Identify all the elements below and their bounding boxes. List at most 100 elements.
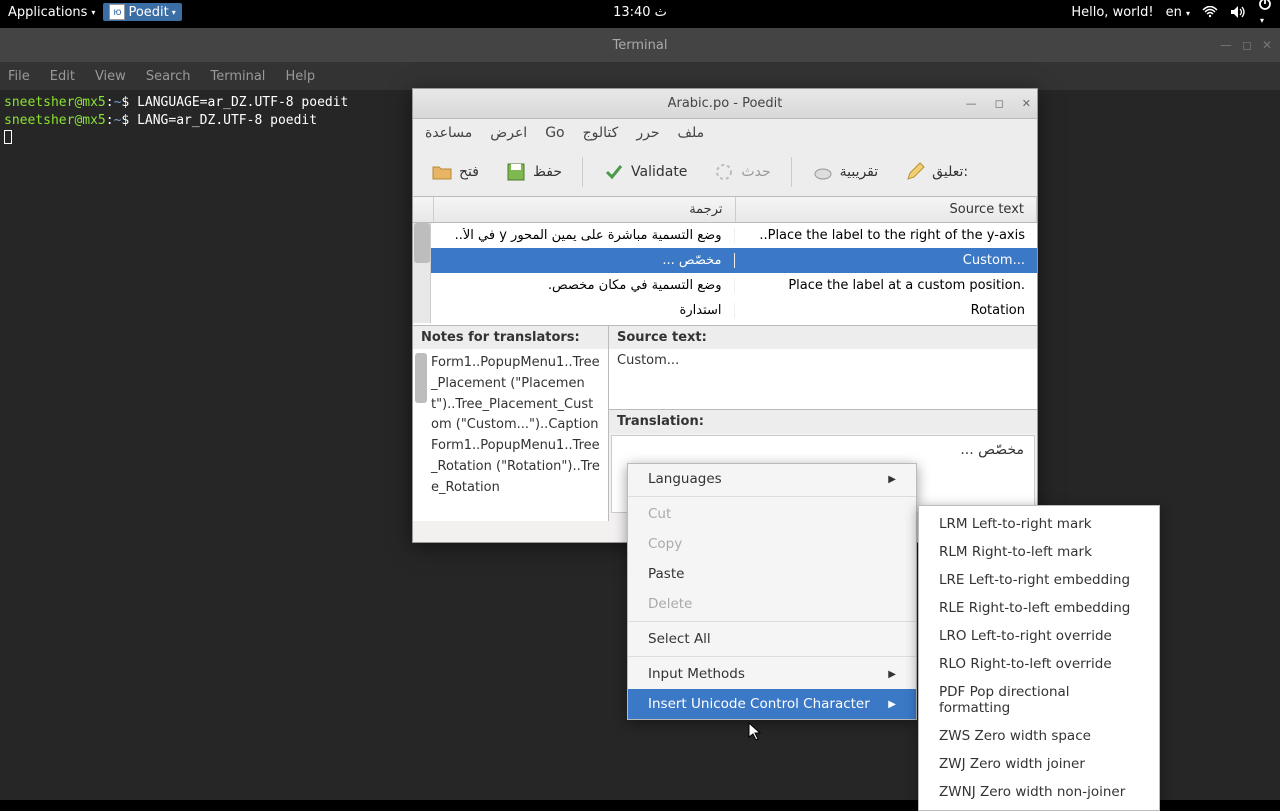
submenu-item[interactable]: RLE Right-to-left embedding [919, 594, 1159, 622]
save-label: حفظ [533, 164, 562, 180]
wifi-icon[interactable] [1202, 6, 1218, 18]
scrollbar-thumb[interactable] [415, 353, 427, 403]
menu-catalog[interactable]: كتالوج [583, 125, 619, 141]
fuzzy-button[interactable]: تقريبية [802, 157, 889, 187]
comment-label: تعليق: [932, 164, 968, 180]
menu-go[interactable]: Go [545, 125, 564, 141]
ctx-insert-unicode-label: Insert Unicode Control Character [648, 696, 870, 712]
submenu-item[interactable]: LRM Left-to-right mark [919, 510, 1159, 538]
top-panel-right: Hello, world! en ▾ ▾ [1071, 0, 1272, 27]
ctx-delete[interactable]: Delete [628, 589, 916, 619]
translation-list[interactable]: وضع التسمية مباشرة على يمين المحور y في … [413, 223, 1037, 325]
notes-text: Form1..PopupMenu1..Tree_Placement ("Plac… [431, 355, 600, 495]
chevron-right-icon: ▶ [888, 669, 896, 680]
ctx-select-all[interactable]: Select All [628, 624, 916, 654]
submenu-item[interactable]: LRO Left-to-right override [919, 622, 1159, 650]
poedit-column-headers: ترجمة Source text [413, 197, 1037, 223]
chevron-down-icon: ▾ [172, 8, 176, 17]
ctx-cut[interactable]: Cut [628, 499, 916, 529]
clock[interactable]: 13:40 ث [613, 5, 667, 20]
applications-menu[interactable]: Applications ▾ [8, 5, 95, 20]
table-row[interactable]: وضع التسمية مباشرة على يمين المحور y في … [413, 223, 1037, 248]
menu-help[interactable]: Help [285, 69, 315, 84]
submenu-item[interactable]: RLM Right-to-left mark [919, 538, 1159, 566]
terminal-titlebar: Terminal — ◻ ✕ [0, 28, 1280, 62]
terminal-command-2: LANG=ar_DZ.UTF-8 poedit [137, 113, 317, 128]
menu-view[interactable]: اعرض [490, 125, 527, 141]
ctx-input-methods[interactable]: Input Methods ▶ [628, 659, 916, 689]
submenu-item[interactable]: ZWS Zero width space [919, 722, 1159, 750]
notes-body[interactable]: Form1..PopupMenu1..Tree_Placement ("Plac… [413, 349, 608, 521]
terminal-prompt-user: sneetsher@mx5 [4, 95, 106, 110]
comment-button[interactable]: تعليق: [894, 157, 978, 187]
menu-file[interactable]: File [8, 69, 30, 84]
table-row[interactable]: استدارة Rotation [413, 298, 1037, 323]
menu-help[interactable]: مساعدة [425, 125, 472, 141]
menu-edit[interactable]: Edit [50, 69, 75, 84]
poedit-titlebar: Arabic.po - Poedit — ◻ ✕ [413, 89, 1037, 119]
folder-open-icon [431, 161, 453, 183]
update-button[interactable]: حدث [703, 157, 780, 187]
menu-view[interactable]: View [95, 69, 126, 84]
ctx-input-methods-label: Input Methods [648, 666, 745, 682]
volume-icon[interactable] [1230, 5, 1246, 19]
chevron-down-icon: ▾ [1186, 9, 1190, 18]
poedit-taskbar-label: Poedit [128, 5, 168, 20]
maximize-button[interactable]: ◻ [1242, 38, 1252, 52]
translation-label: Translation: [609, 410, 1037, 433]
translation-cell: وضع التسمية مباشرة على يمين المحور y في … [431, 228, 734, 243]
ctx-languages-label: Languages [648, 471, 722, 487]
ctx-copy-label: Copy [648, 536, 682, 552]
menu-separator [628, 496, 916, 497]
source-cell: Custom... [734, 253, 1038, 268]
applications-label: Applications [8, 5, 87, 20]
maximize-button[interactable]: ◻ [995, 97, 1004, 110]
source-cell: ..Place the label to the right of the y-… [734, 228, 1038, 243]
menu-edit[interactable]: حرر [636, 125, 659, 141]
close-button[interactable]: ✕ [1262, 38, 1272, 52]
submenu-item[interactable]: ZWJ Zero width joiner [919, 750, 1159, 778]
ctx-delete-label: Delete [648, 596, 692, 612]
terminal-cursor [4, 130, 12, 144]
translation-cell: وضع التسمية في مكان مخصص. [431, 278, 734, 293]
close-button[interactable]: ✕ [1022, 97, 1031, 110]
ctx-paste[interactable]: Paste [628, 559, 916, 589]
menu-file[interactable]: ملف [677, 125, 704, 141]
ctx-select-all-label: Select All [648, 631, 711, 647]
ctx-copy[interactable]: Copy [628, 529, 916, 559]
save-icon [505, 161, 527, 183]
menu-terminal[interactable]: Terminal [210, 69, 265, 84]
cloud-icon [812, 161, 834, 183]
ctx-languages[interactable]: Languages ▶ [628, 464, 916, 494]
validate-icon [603, 161, 625, 183]
translation-column-header[interactable]: ترجمة [433, 197, 736, 222]
table-row-selected[interactable]: مخصّص ... Custom... [413, 248, 1037, 273]
power-icon[interactable]: ▾ [1258, 0, 1272, 27]
minimize-button[interactable]: — [966, 97, 977, 110]
ctx-insert-unicode[interactable]: Insert Unicode Control Character ▶ [628, 689, 916, 719]
submenu-item[interactable]: PDF Pop directional formatting [919, 678, 1159, 722]
poedit-taskbar-button[interactable]: ю Poedit ▾ [103, 3, 181, 21]
submenu-item[interactable]: RLO Right-to-left override [919, 650, 1159, 678]
language-indicator[interactable]: en ▾ [1166, 5, 1190, 20]
scroll-gutter [413, 273, 431, 298]
translation-cell: مخصّص ... [431, 253, 734, 268]
terminal-title: Terminal [0, 38, 1280, 53]
save-button[interactable]: حفظ [495, 157, 572, 187]
table-row[interactable]: وضع التسمية في مكان مخصص. Place the labe… [413, 273, 1037, 298]
translation-cell: استدارة [431, 303, 734, 318]
source-cell: Rotation [734, 303, 1038, 318]
chevron-right-icon: ▶ [888, 699, 896, 710]
scrollbar-thumb[interactable] [414, 223, 430, 263]
submenu-item[interactable]: ZWNJ Zero width non-joiner [919, 778, 1159, 806]
submenu-item[interactable]: LRE Left-to-right embedding [919, 566, 1159, 594]
open-button[interactable]: فتح [421, 157, 489, 187]
source-column-header[interactable]: Source text [736, 197, 1038, 222]
menu-search[interactable]: Search [146, 69, 191, 84]
source-text-value: Custom... [617, 353, 679, 368]
validate-button[interactable]: Validate [593, 157, 697, 187]
translation-text-value: مخصّص ... [960, 442, 1024, 458]
minimize-button[interactable]: — [1220, 38, 1232, 52]
pencil-icon [904, 161, 926, 183]
source-label: Source text: [609, 326, 1037, 349]
